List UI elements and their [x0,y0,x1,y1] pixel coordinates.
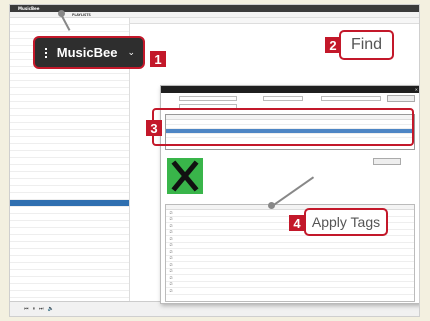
track-row[interactable] [10,102,129,109]
pause-icon[interactable]: ⏸ [33,306,36,312]
track-row[interactable] [10,193,129,200]
track-row[interactable] [10,228,129,235]
tag-row[interactable]: ☑ [166,288,414,295]
badge-2: 2 [325,37,341,53]
track-row[interactable] [10,81,129,88]
musicbee-label: MusicBee [56,45,118,60]
row-checkbox[interactable]: ☑ [166,237,176,241]
track-row[interactable] [10,277,129,284]
track-row[interactable] [10,242,129,249]
track-row[interactable] [10,186,129,193]
row-checkbox[interactable]: ☑ [166,276,176,280]
badge-1: 1 [150,51,166,67]
row-checkbox[interactable]: ☑ [166,256,176,260]
prev-icon[interactable]: ⏮ [24,306,29,312]
artist-field[interactable] [179,96,237,101]
row-checkbox[interactable]: ☑ [166,224,176,228]
row-checkbox[interactable]: ☑ [166,243,176,247]
x-icon [167,158,203,194]
badge-4: 4 [289,215,305,231]
app-title: MusicBee [18,6,40,11]
track-row[interactable] [10,263,129,270]
close-icon[interactable]: ✕ [415,87,418,92]
player-controls: ⏮ ⏸ ⏭ 🔈 [10,306,54,312]
find-callout[interactable]: Find [339,30,394,60]
nav-tab[interactable]: PLAYLISTS [72,13,91,17]
row-checkbox[interactable]: ☑ [166,250,176,254]
row-checkbox[interactable]: ☑ [166,217,176,221]
next-icon[interactable]: ⏭ [39,306,44,312]
track-row[interactable] [10,200,129,207]
title-bar: MusicBee [10,5,419,12]
track-row[interactable] [10,179,129,186]
pointer-dot-4 [268,202,275,209]
row-checkbox[interactable]: ☑ [166,230,176,234]
track-row[interactable] [10,95,129,102]
album-artwork[interactable] [167,158,203,194]
track-row[interactable] [10,158,129,165]
volume-icon[interactable]: 🔈 [48,306,54,312]
track-row[interactable] [10,74,129,81]
track-row[interactable] [10,130,129,137]
track-row[interactable] [10,249,129,256]
track-row[interactable] [10,235,129,242]
track-row[interactable] [10,270,129,277]
track-row[interactable] [10,123,129,130]
track-row[interactable] [10,207,129,214]
results-highlight [152,108,414,146]
chevron-down-icon: ⌄ [127,47,135,58]
track-row[interactable] [10,116,129,123]
row-checkbox[interactable]: ☑ [166,282,176,286]
badge-3: 3 [146,120,162,136]
track-row[interactable] [10,144,129,151]
row-checkbox[interactable]: ☑ [166,211,176,215]
row-checkbox[interactable]: ☑ [166,263,176,267]
dialog-title [161,86,419,93]
track-row[interactable] [10,291,129,298]
track-row[interactable] [10,109,129,116]
track-row[interactable] [10,172,129,179]
album-field[interactable] [263,96,303,101]
find-button[interactable] [387,95,415,102]
find-label: Find [350,36,383,53]
hamburger-menu-icon [45,47,47,58]
apply-tags-label: Apply Tags [311,214,381,230]
row-checkbox[interactable]: ☑ [166,289,176,293]
track-row[interactable] [10,256,129,263]
apply-tags-callout[interactable]: Apply Tags [304,208,388,236]
pointer-dot-1 [58,10,65,17]
track-row[interactable] [10,137,129,144]
track-row[interactable] [10,221,129,228]
track-row[interactable] [10,214,129,221]
track-row[interactable] [10,151,129,158]
filter-field[interactable] [321,96,381,101]
track-row[interactable] [10,88,129,95]
track-row[interactable] [10,165,129,172]
track-row[interactable] [10,284,129,291]
column-header [130,18,419,24]
track-row[interactable] [10,18,129,25]
apply-tags-button-small[interactable] [373,158,401,165]
row-checkbox[interactable]: ☑ [166,269,176,273]
musicbee-menu-callout[interactable]: MusicBee ⌄ [33,36,145,69]
